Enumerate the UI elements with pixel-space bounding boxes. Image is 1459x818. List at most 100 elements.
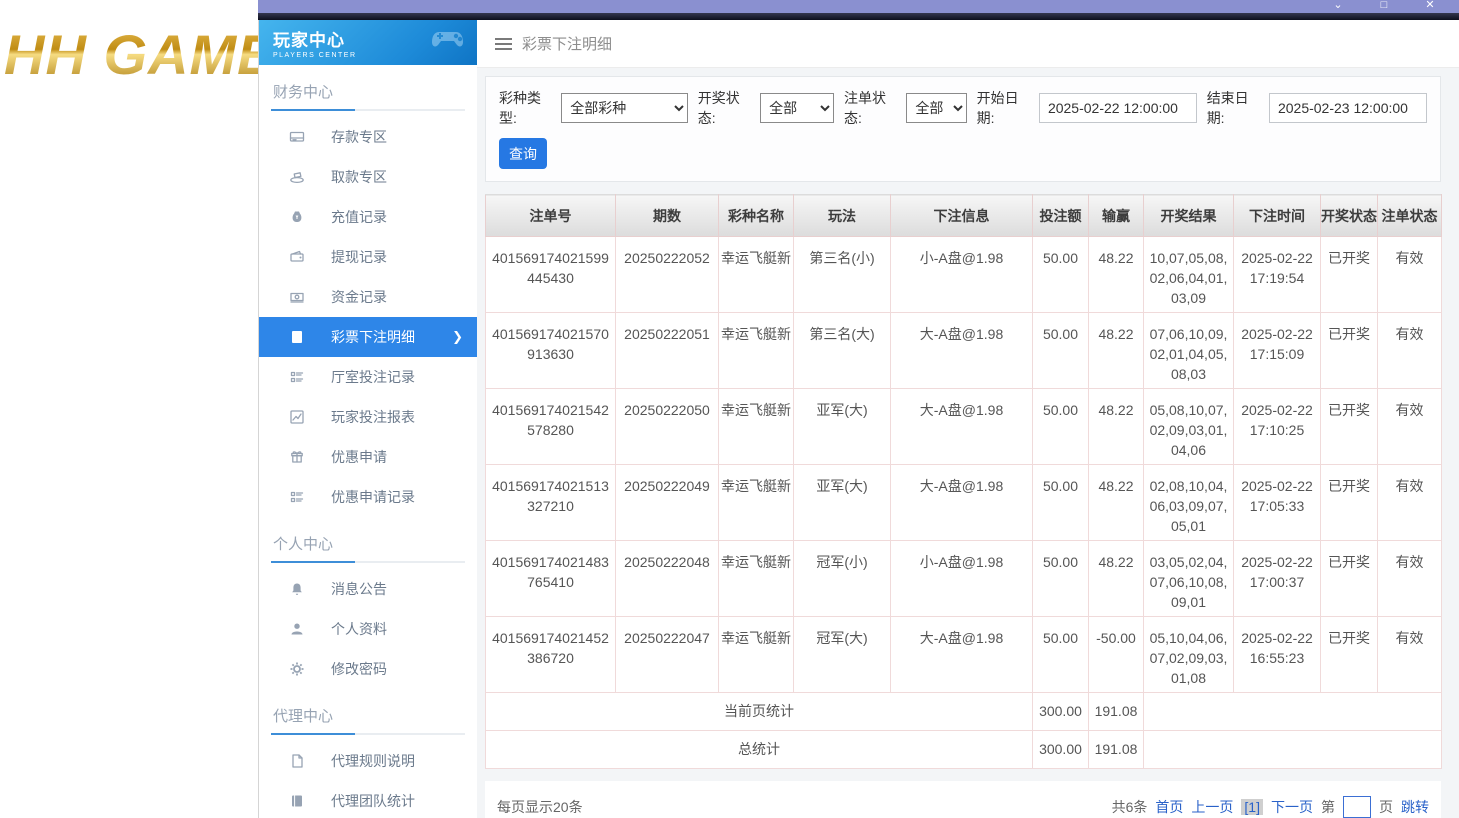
sidebar-item[interactable]: 优惠申请记录❯ <box>259 477 477 517</box>
table-cell: 小-A盘@1.98 <box>890 236 1033 313</box>
summary-bet-total: 300.00 <box>1032 692 1089 731</box>
sidebar-item[interactable]: 修改密码❯ <box>259 649 477 689</box>
sidebar-item[interactable]: 代理团队统计❯ <box>259 781 477 818</box>
table-cell: 有效 <box>1377 540 1442 617</box>
sidebar-item[interactable]: 资金记录❯ <box>259 277 477 317</box>
table-row: 401569174021452386720 20250222047 幸运飞艇新 冠军(… <box>485 616 1442 693</box>
sidebar-item[interactable]: 玩家投注报表❯ <box>259 397 477 437</box>
table-cell: 有效 <box>1377 464 1442 541</box>
table-cell: 幸运飞艇新 <box>718 236 794 313</box>
table-cell: 401569174021452386720 <box>485 616 616 693</box>
maximize-icon[interactable]: □ <box>1361 0 1407 11</box>
card-machine-icon <box>289 129 305 145</box>
close-icon[interactable]: ✕ <box>1407 0 1453 11</box>
order-status-select[interactable]: 全部 <box>906 93 967 123</box>
table-row: 401569174021542578280 20250222050 幸运飞艇新 亚军(… <box>485 388 1442 465</box>
next-page-link[interactable]: 下一页 <box>1271 797 1313 817</box>
order-status-label: 注单状态: <box>844 90 887 126</box>
table-cell: 冠军(小) <box>793 540 891 617</box>
wallet-icon <box>289 249 305 265</box>
search-button[interactable]: 查询 <box>499 138 547 169</box>
jump-page-input[interactable] <box>1343 796 1371 818</box>
draw-status-select[interactable]: 全部 <box>760 93 835 123</box>
sidebar-item-label: 修改密码 <box>331 661 387 677</box>
table-cell: 02,08,10,04,06,03,09,07,05,01 <box>1143 464 1234 541</box>
end-date-label: 结束日期: <box>1206 90 1249 126</box>
section-underline <box>271 109 465 111</box>
sidebar-item[interactable]: 彩票下注明细 ❯ <box>259 317 477 357</box>
sidebar-item[interactable]: 消息公告❯ <box>259 569 477 609</box>
gift-icon <box>289 449 305 465</box>
table-row: 401569174021513327210 20250222049 幸运飞艇新 亚军(… <box>485 464 1442 541</box>
table-cell: 已开奖 <box>1320 616 1378 693</box>
sidebar-item-label: 代理规则说明 <box>331 753 415 769</box>
table-cell: 大-A盘@1.98 <box>890 616 1033 693</box>
window-titlebar: ⌄ □ ✕ <box>258 0 1459 13</box>
jump-prefix-label: 第 <box>1321 799 1335 815</box>
start-date-input[interactable] <box>1038 93 1197 123</box>
sidebar-item-label: 优惠申请记录 <box>331 489 415 505</box>
sidebar-item-label: 代理团队统计 <box>331 793 415 809</box>
chevron-right-icon: ❯ <box>452 329 463 344</box>
table-cell: -50.00 <box>1088 616 1144 693</box>
chart-icon <box>289 409 305 425</box>
table-header-cell: 注单状态 <box>1377 194 1442 237</box>
sidebar-item[interactable]: 厅室投注记录❯ <box>259 357 477 397</box>
table-cell: 20250222050 <box>615 388 719 465</box>
table-cell: 2025-02-22 17:10:25 <box>1233 388 1321 465</box>
hand-money-icon <box>289 169 305 185</box>
table-header-cell: 期数 <box>615 194 719 237</box>
sidebar-item-label: 充值记录 <box>331 209 387 225</box>
topbar: 彩票下注明细 <box>477 20 1459 68</box>
sidebar-item[interactable]: 充值记录❯ <box>259 197 477 237</box>
table-cell: 已开奖 <box>1320 464 1378 541</box>
window-menu-icon[interactable]: ⌄ <box>1315 0 1361 11</box>
sidebar-item-label: 提现记录 <box>331 249 387 265</box>
table-cell: 已开奖 <box>1320 236 1378 313</box>
menu-toggle-icon[interactable] <box>495 35 512 53</box>
table-cell: 已开奖 <box>1320 540 1378 617</box>
bets-table-card: 注单号 期数 彩种名称 玩法 下注信息 投注额 输赢 开奖结果 下注时间 开奖状态 注单状态 401… <box>485 194 1442 769</box>
table-cell: 20250222051 <box>615 312 719 389</box>
sidebar-item[interactable]: 存款专区❯ <box>259 117 477 157</box>
sidebar-item[interactable]: 优惠申请❯ <box>259 437 477 477</box>
summary-empty <box>1143 692 1442 731</box>
table-cell: 有效 <box>1377 388 1442 465</box>
table-header-cell: 开奖状态 <box>1320 194 1378 237</box>
table-cell: 亚军(大) <box>793 388 891 465</box>
sidebar-section-title: 财务中心 <box>273 84 334 101</box>
sidebar-item[interactable]: 取款专区❯ <box>259 157 477 197</box>
table-header-cell: 输赢 <box>1088 194 1144 237</box>
table-cell: 有效 <box>1377 312 1442 389</box>
lottery-type-select[interactable]: 全部彩种 <box>561 93 689 123</box>
table-header-cell: 注单号 <box>485 194 616 237</box>
table-cell: 小-A盘@1.98 <box>890 540 1033 617</box>
table-header-cell: 下注信息 <box>890 194 1033 237</box>
sidebar-item-label: 取款专区 <box>331 169 387 185</box>
summary-empty <box>1143 730 1442 769</box>
table-cell: 48.22 <box>1088 236 1144 313</box>
summary-bet-total: 300.00 <box>1032 730 1089 769</box>
table-cell: 2025-02-22 17:05:33 <box>1233 464 1321 541</box>
sidebar-item[interactable]: 提现记录❯ <box>259 237 477 277</box>
summary-row: 总统计 300.00 191.08 <box>485 730 1442 769</box>
sidebar-item[interactable]: 代理规则说明❯ <box>259 741 477 781</box>
section-underline <box>271 733 465 735</box>
jump-go-link[interactable]: 跳转 <box>1401 797 1429 817</box>
site-logo: HH GAME <box>4 22 258 87</box>
section-underline <box>271 561 465 563</box>
table-header-row: 注单号 期数 彩种名称 玩法 下注信息 投注额 输赢 开奖结果 下注时间 开奖状态 注单状态 <box>485 194 1442 237</box>
end-date-input[interactable] <box>1268 93 1427 123</box>
prev-page-link[interactable]: 上一页 <box>1191 797 1233 817</box>
money-bag-icon <box>289 209 305 225</box>
draw-status-label: 开奖状态: <box>697 90 740 126</box>
first-page-link[interactable]: 首页 <box>1155 797 1183 817</box>
sidebar-item-label: 存款专区 <box>331 129 387 145</box>
table-cell: 401569174021483765410 <box>485 540 616 617</box>
table-cell: 10,07,05,08,02,06,04,01,03,09 <box>1143 236 1234 313</box>
table-cell: 2025-02-22 17:15:09 <box>1233 312 1321 389</box>
filter-panel: 彩种类型: 全部彩种 开奖状态: 全部 注单状态: 全部 开始日期: 2025-… <box>485 76 1441 182</box>
sidebar-item[interactable]: 个人资料❯ <box>259 609 477 649</box>
bell-icon <box>289 581 305 597</box>
table-cell: 50.00 <box>1032 312 1089 389</box>
